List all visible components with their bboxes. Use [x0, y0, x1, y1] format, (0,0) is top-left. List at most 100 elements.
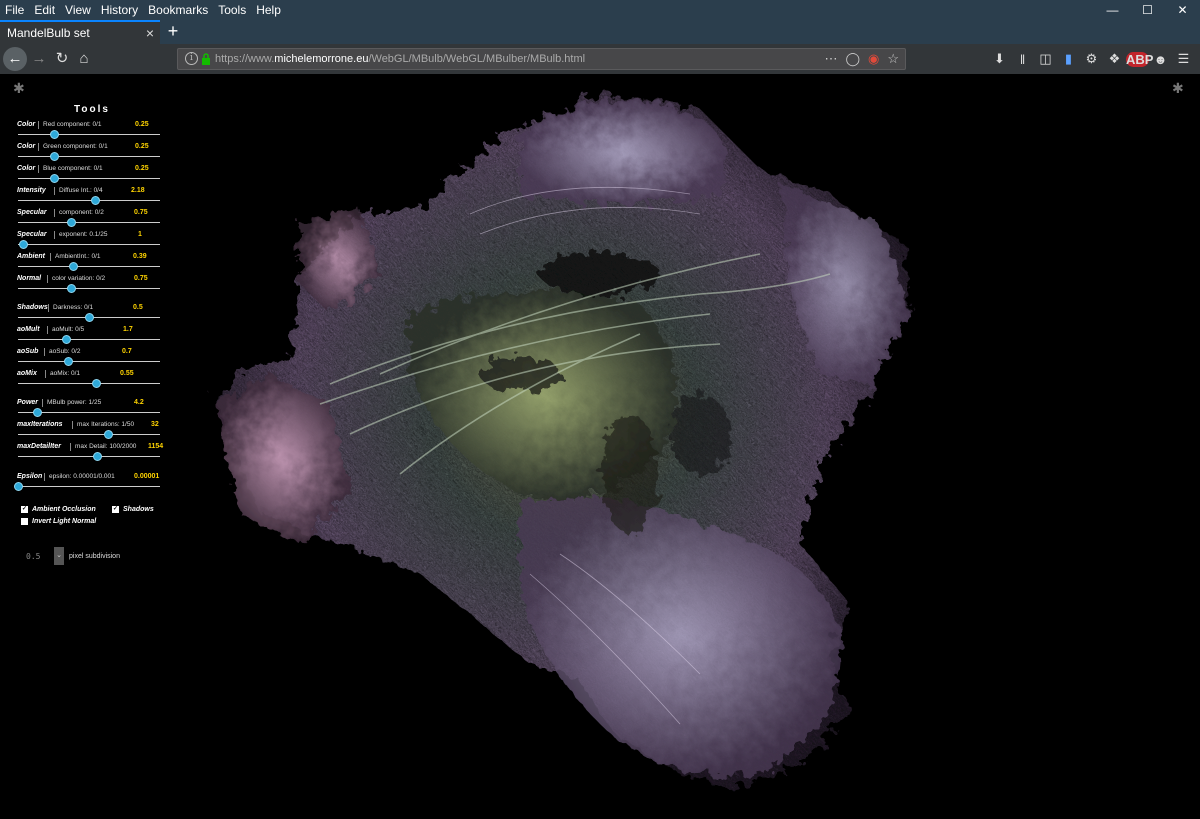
slider-value: 0.7	[122, 348, 132, 355]
slider-thumb[interactable]	[63, 357, 73, 366]
slider-description: max Iterations: 1/50	[77, 421, 135, 428]
slider-track[interactable]	[18, 456, 160, 457]
maximize-icon[interactable]: ☐	[1130, 0, 1165, 20]
pixel-subdivision-value: 0.5	[26, 551, 41, 561]
menu-file[interactable]: File	[0, 0, 29, 20]
slider-color-2: Color Blue component: 0/1 0.25	[14, 164, 166, 186]
slider-track[interactable]	[18, 383, 160, 384]
menu-tools[interactable]: Tools	[213, 0, 251, 20]
menu-bookmarks[interactable]: Bookmarks	[143, 0, 213, 20]
slider-thumb[interactable]	[32, 408, 42, 417]
pixel-subdivision-dropdown[interactable]: ⌄	[54, 547, 64, 565]
slider-track[interactable]	[18, 244, 160, 245]
reload-button[interactable]: ↻	[50, 47, 74, 71]
tab-bar: MandelBulb set × +	[0, 20, 1200, 44]
tab-close-icon[interactable]: ×	[146, 22, 154, 44]
back-button[interactable]: ←	[3, 47, 27, 71]
lock-icon	[202, 53, 210, 65]
info-icon[interactable]: i	[185, 52, 198, 65]
slider-track[interactable]	[18, 486, 160, 487]
slider-name: maxIterations	[17, 421, 63, 428]
slider-name: Power	[17, 399, 39, 406]
separator	[44, 348, 45, 356]
slider-thumb[interactable]	[103, 430, 113, 439]
menu-edit[interactable]: Edit	[29, 0, 60, 20]
slider-shadows-8: Shadows Darkness: 0/1 0.5	[14, 303, 166, 325]
slider-value: 1.7	[123, 326, 133, 333]
slider-thumb[interactable]	[92, 452, 102, 461]
slider-track[interactable]	[18, 200, 160, 201]
slider-thumb[interactable]	[85, 313, 94, 322]
slider-name: Normal	[17, 275, 42, 282]
separator	[42, 399, 43, 407]
slider-track[interactable]	[18, 288, 160, 289]
separator	[54, 231, 55, 239]
slider-aomix-11: aoMix aoMix: 0/1 0.55	[14, 369, 166, 391]
slider-track[interactable]	[18, 178, 160, 179]
settings-gear-icon[interactable]: ⚙	[1080, 51, 1103, 67]
bookmark-star-icon[interactable]: ☆	[887, 51, 899, 67]
slider-name: Specular	[17, 209, 47, 216]
reader-icon[interactable]: ▮	[1057, 51, 1080, 67]
slider-thumb[interactable]	[69, 262, 79, 271]
slider-aosub-10: aoSub aoSub: 0/2 0.7	[14, 347, 166, 369]
ambient-occlusion-checkbox[interactable]: ✓ Ambient Occlusion	[21, 506, 96, 513]
slider-thumb[interactable]	[49, 174, 59, 183]
extension-badge-icon[interactable]: ❖	[1103, 51, 1126, 67]
pixel-subdivision: 0.5 ⌄ pixel subdivision	[26, 546, 120, 566]
slider-thumb[interactable]	[67, 218, 77, 227]
download-icon[interactable]: ⬇	[988, 51, 1011, 67]
slider-thumb[interactable]	[62, 335, 72, 344]
close-window-icon[interactable]: ✕	[1165, 0, 1200, 20]
slider-track[interactable]	[18, 266, 160, 267]
slider-epsilon-15: Epsilon epsilon: 0.00001/0.001 0.00001	[14, 472, 166, 494]
separator	[47, 275, 48, 283]
page-viewport: ✱ ✱ Tools Color Red component: 0/1 0.25 Col…	[0, 74, 1200, 819]
slider-track[interactable]	[18, 339, 160, 340]
home-button[interactable]: ⌂	[72, 47, 96, 71]
slider-ambient-6: Ambient AmbientInt.: 0/1 0.39	[14, 252, 166, 274]
library-icon[interactable]: ‖	[1011, 52, 1034, 67]
slider-thumb[interactable]	[49, 130, 59, 139]
separator	[38, 165, 39, 173]
minimize-icon[interactable]: —	[1095, 0, 1130, 20]
mandelbulb-render[interactable]	[0, 74, 1200, 819]
menu-help[interactable]: Help	[251, 0, 286, 20]
slider-track[interactable]	[18, 134, 160, 135]
ambient-occlusion-label: Ambient Occlusion	[32, 506, 96, 513]
slider-thumb[interactable]	[67, 284, 77, 293]
url-text[interactable]: https://www.michelemorrone.eu/WebGL/MBul…	[215, 49, 585, 69]
slider-thumb[interactable]	[92, 379, 102, 388]
slider-specular-4: Specular component: 0/2 0.75	[14, 208, 166, 230]
menu-view[interactable]: View	[60, 0, 96, 20]
slider-track[interactable]	[18, 434, 160, 435]
separator	[44, 473, 45, 481]
pocket-icon[interactable]: ◯	[845, 51, 860, 67]
forward-button[interactable]: →	[27, 47, 51, 71]
slider-thumb[interactable]	[19, 240, 29, 249]
account-icon[interactable]: ☻	[1149, 52, 1172, 67]
slider-description: Red component: 0/1	[43, 121, 102, 128]
tab-mandelbulb[interactable]: MandelBulb set ×	[0, 20, 160, 44]
more-actions-icon[interactable]: ⋯	[824, 51, 837, 67]
sidebar-icon[interactable]: ◫	[1034, 51, 1057, 67]
adblock-icon[interactable]: ABP	[1126, 51, 1153, 67]
right-toggle-icon[interactable]: ✱	[1172, 80, 1184, 97]
invert-light-normal-checkbox[interactable]: Invert Light Normal	[21, 518, 96, 525]
url-bar[interactable]: i https://www.michelemorrone.eu/WebGL/MB…	[177, 48, 906, 70]
slider-thumb[interactable]	[91, 196, 101, 205]
slider-thumb[interactable]	[49, 152, 59, 161]
left-toggle-icon[interactable]: ✱	[13, 80, 25, 97]
hamburger-menu-icon[interactable]: ☰	[1172, 51, 1195, 67]
slider-thumb[interactable]	[14, 482, 23, 491]
slider-track[interactable]	[18, 156, 160, 157]
slider-track[interactable]	[18, 361, 160, 362]
menu-history[interactable]: History	[96, 0, 143, 20]
slider-name: aoSub	[17, 348, 39, 355]
shadows-checkbox[interactable]: ✓ Shadows	[112, 506, 154, 513]
extension-icon[interactable]: ◉	[868, 51, 879, 67]
slider-track[interactable]	[18, 222, 160, 223]
slider-value: 0.55	[120, 370, 134, 377]
slider-color-1: Color Green component: 0/1 0.25	[14, 142, 166, 164]
new-tab-button[interactable]: +	[163, 20, 183, 44]
